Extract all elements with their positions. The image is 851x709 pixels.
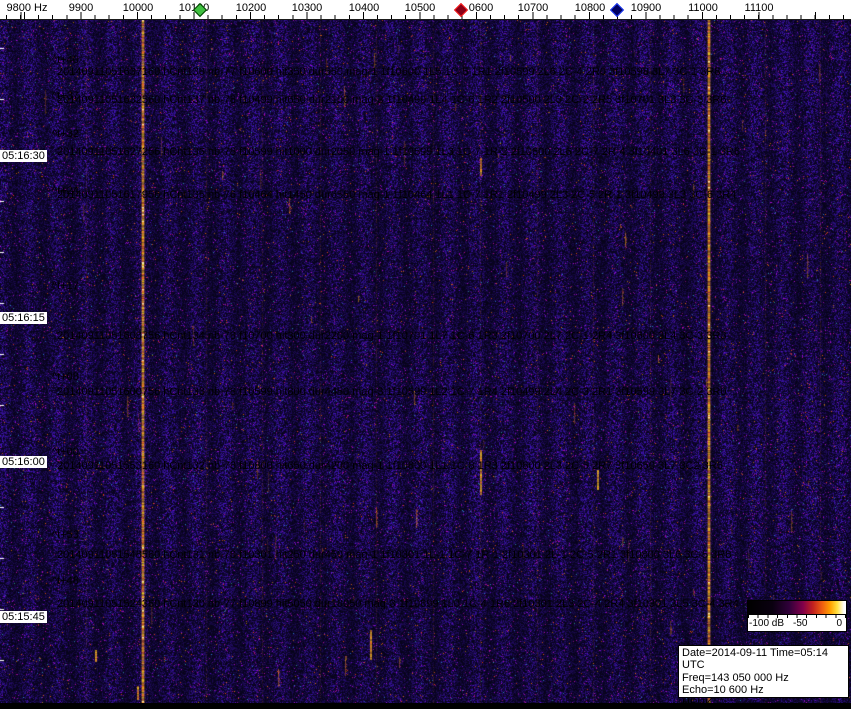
freq-label: 0600 (468, 2, 494, 14)
frequency-scale: 9800 Hz990010000101001020010300104001050… (0, 0, 851, 20)
freq-label: 10000 (122, 2, 154, 14)
info-line-freq: Freq=143 050 000 Hz (682, 671, 789, 684)
info-line-date: Date=2014-09-11 Time=05:14 UTC (682, 647, 828, 672)
freq-label: 10400 (348, 2, 380, 14)
freq-label: 11000 (688, 2, 718, 14)
info-line-echo: Echo=10 600 Hz (682, 684, 764, 697)
db-legend: -100 dB -50 0 (747, 600, 847, 632)
freq-label: 10700 (517, 2, 549, 14)
freq-label: 9800 Hz (6, 2, 48, 14)
status-info-box: Date=2014-09-11 Time=05:14 UTC Freq=143 … (678, 645, 849, 709)
freq-label: 10500 (404, 2, 436, 14)
freq-label: 10200 (235, 2, 267, 14)
db-label-min: -100 dB (749, 618, 785, 629)
freq-label: 10800 (574, 2, 606, 14)
freq-label: 11100 (744, 2, 774, 14)
db-scale: -100 dB -50 0 (747, 615, 847, 632)
db-label-max: 0 (836, 618, 842, 629)
freq-label: 10900 (630, 2, 662, 14)
freq-label: 10300 (291, 2, 323, 14)
db-label-mid: -50 (793, 618, 808, 629)
freq-label: 9900 (68, 2, 94, 14)
waterfall-app: 05:16:30 05:16:15 05:16:00 05:15:45 ^t+40 20… (0, 0, 851, 709)
spectrogram-canvas[interactable] (0, 0, 851, 703)
db-colorbar (747, 600, 847, 615)
